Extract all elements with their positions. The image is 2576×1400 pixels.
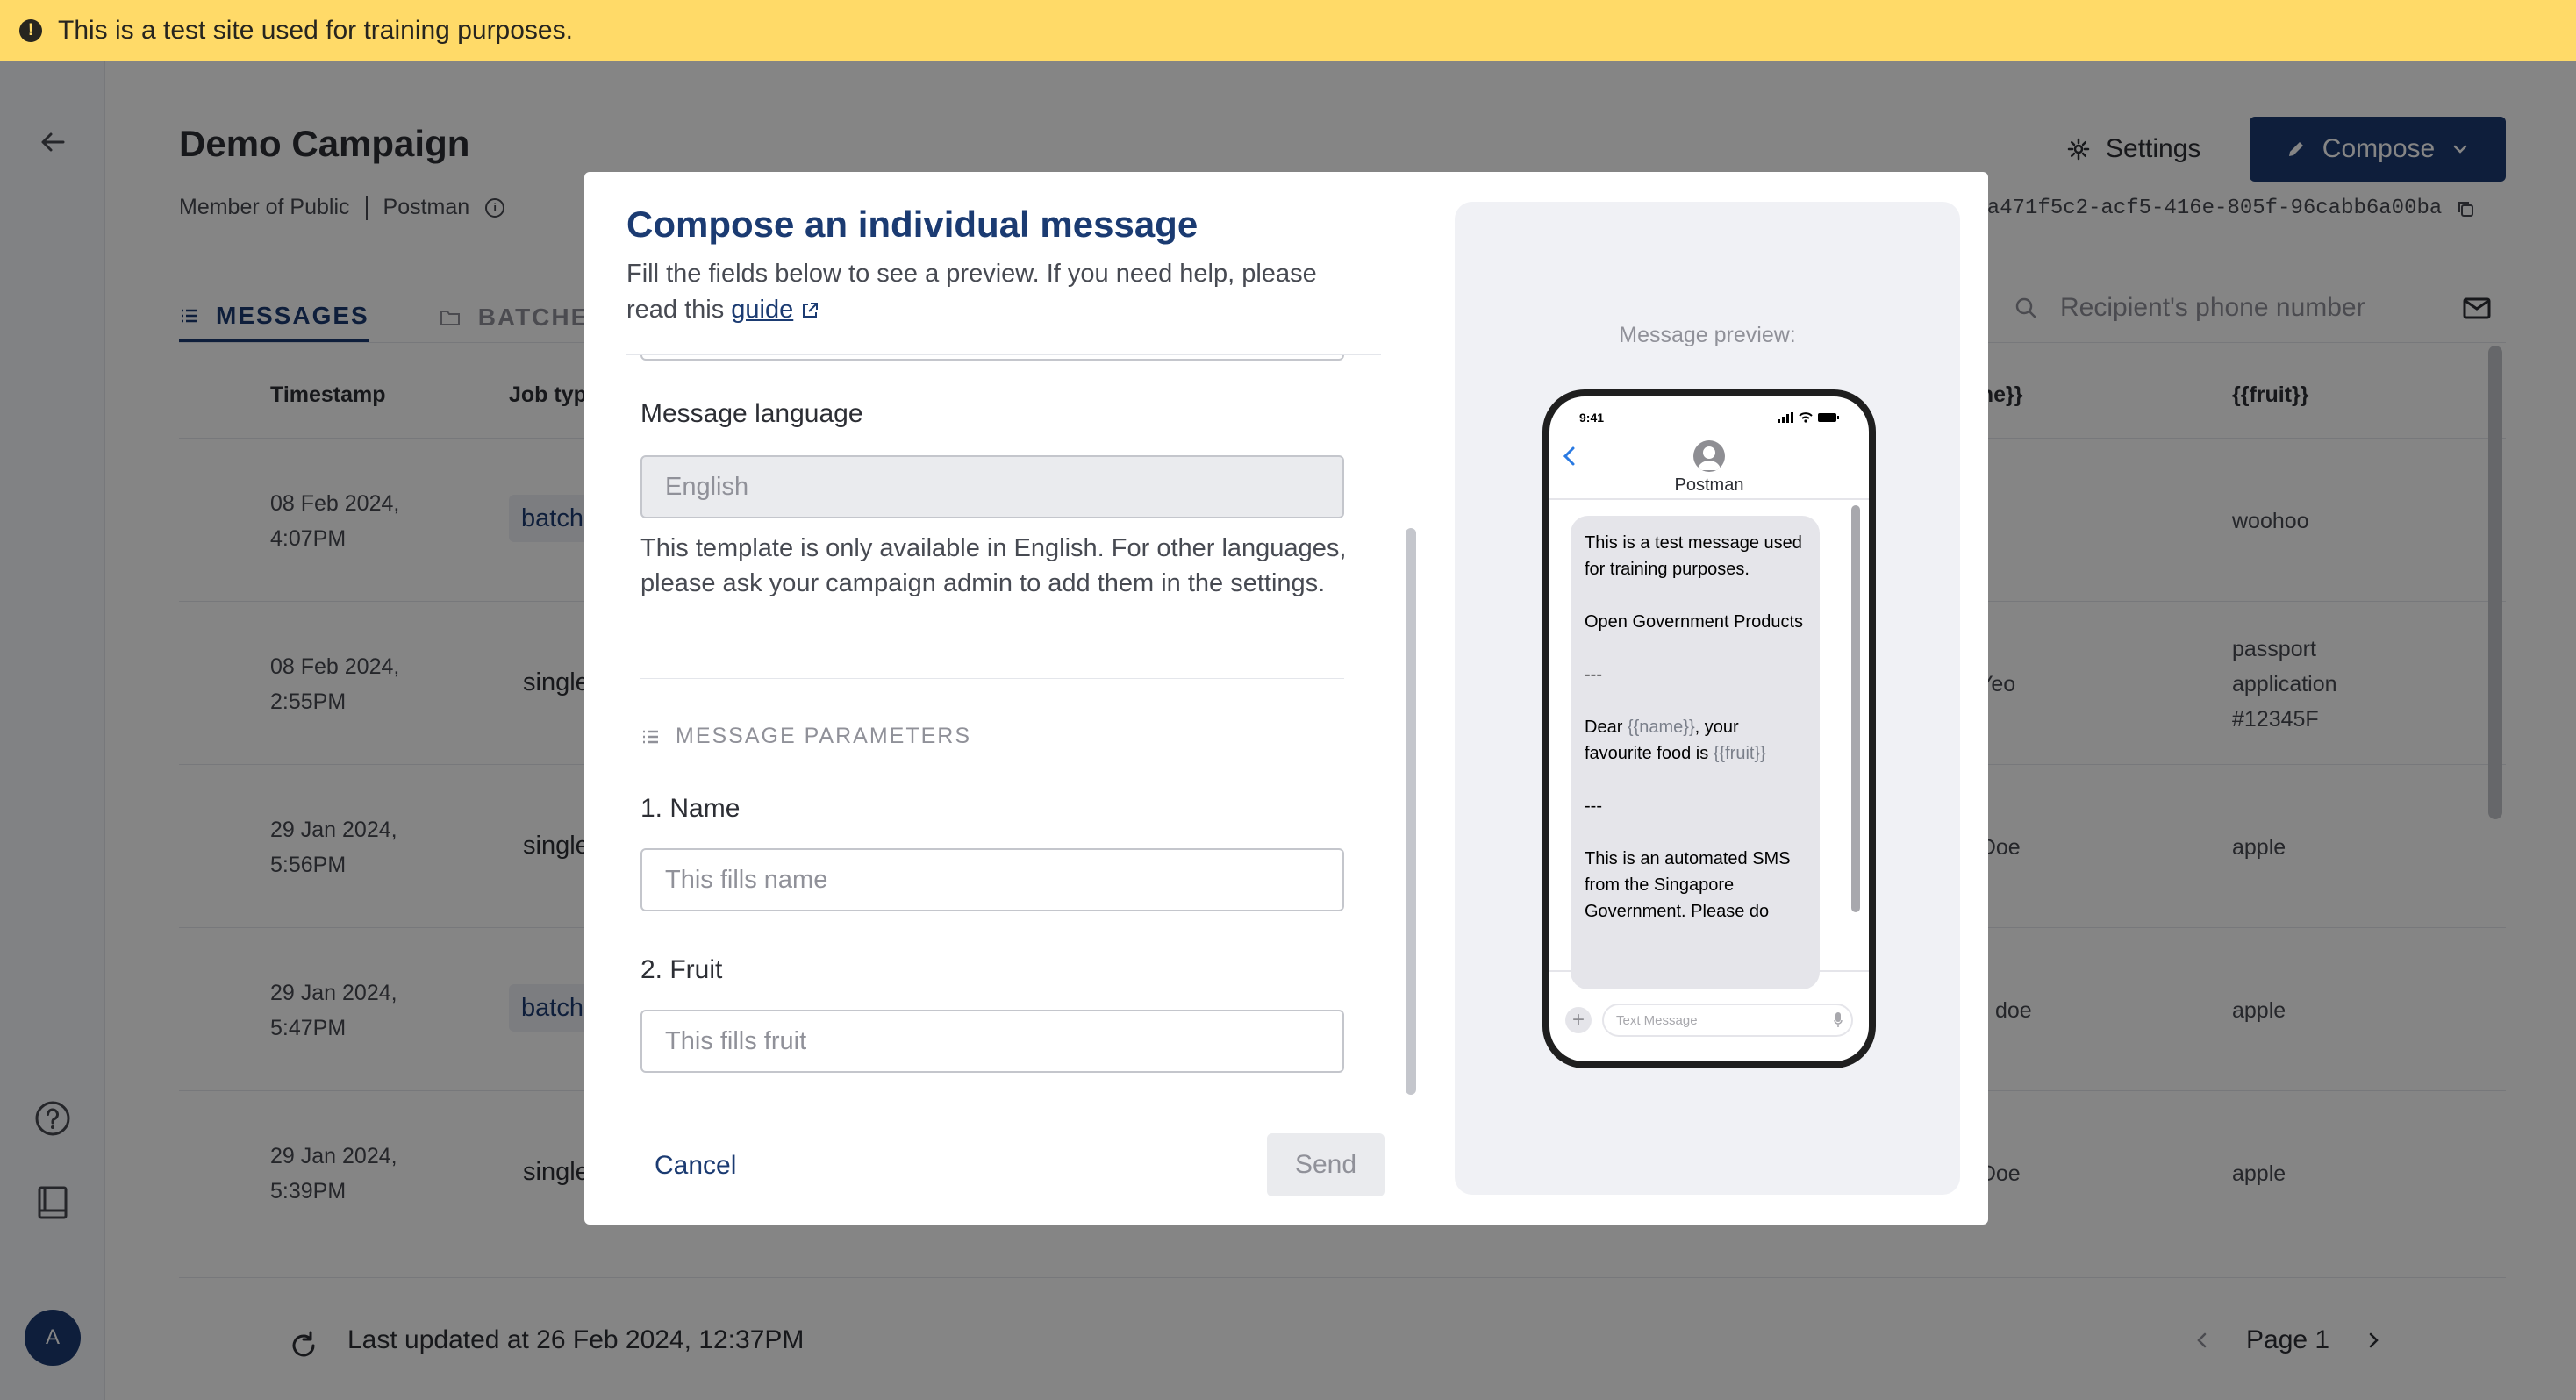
phone-header-divider [1549, 498, 1869, 500]
contact-name: Postman [1674, 475, 1744, 495]
sms-footer: This is an automated SMS from the Singap… [1585, 849, 1791, 921]
preview-label: Message preview: [1619, 323, 1796, 347]
sms-intro: This is a test message used for training… [1585, 533, 1802, 579]
mic-icon [1834, 1012, 1843, 1027]
sms-separator: --- [1585, 796, 1602, 816]
compose-modal: Compose an individual message Fill the f… [584, 172, 1988, 1225]
phone-time: 9:41 [1579, 411, 1605, 425]
contact-avatar-icon [1693, 440, 1725, 472]
language-note: This template is only available in Engli… [640, 534, 1347, 597]
name-param: {{name}} [1627, 718, 1695, 737]
name-field-label: 1. Name [640, 794, 741, 823]
sms-separator: --- [1585, 665, 1602, 684]
test-site-banner: ! This is a test site used for training … [0, 0, 2576, 61]
warning-icon: ! [19, 19, 42, 42]
phone-status-icons [1778, 412, 1839, 423]
guide-link[interactable]: guide [731, 296, 793, 324]
modal-title: Compose an individual message [626, 204, 1199, 245]
phone-scrollbar [1851, 505, 1860, 912]
form-scrollbar[interactable] [1406, 528, 1416, 1095]
params-heading: MESSAGE PARAMETERS [640, 724, 971, 749]
compose-form: Message language English This template i… [626, 354, 1381, 1100]
battery-icon [1818, 413, 1839, 422]
cancel-button[interactable]: Cancel [655, 1151, 736, 1181]
sms-bubble: This is a test message used for training… [1571, 516, 1820, 989]
signal-icon [1778, 412, 1793, 423]
language-select: English [640, 455, 1344, 518]
wifi-icon [1799, 412, 1813, 423]
list-icon [643, 730, 658, 743]
sms-org: Open Government Products [1585, 612, 1804, 632]
form-divider [640, 678, 1344, 679]
send-button[interactable]: Send [1267, 1133, 1385, 1196]
modal-subtitle: Fill the fields below to see a preview. … [626, 260, 1317, 324]
language-label: Message language [640, 399, 863, 428]
phone-text-input: Text Message [1602, 1004, 1853, 1037]
external-link-icon [803, 303, 819, 318]
previous-field-edge [640, 355, 1344, 361]
message-preview-panel: Message preview: 9:41 Postman This is a … [1455, 202, 1960, 1195]
phone-back-icon [1563, 446, 1575, 466]
fruit-param: {{fruit}} [1713, 744, 1766, 763]
sms-body: Dear {{name}}, your favourite food is {{… [1585, 718, 1766, 763]
banner-text: This is a test site used for training pu… [58, 16, 573, 45]
plus-icon: + [1565, 1007, 1592, 1033]
phone-mockup: 9:41 Postman This is a test message used… [1542, 389, 1876, 1068]
fruit-input[interactable]: This fills fruit [640, 1010, 1344, 1073]
phone-footer-divider [1549, 970, 1869, 972]
name-input[interactable]: This fills name [640, 848, 1344, 911]
fruit-field-label: 2. Fruit [640, 955, 723, 984]
